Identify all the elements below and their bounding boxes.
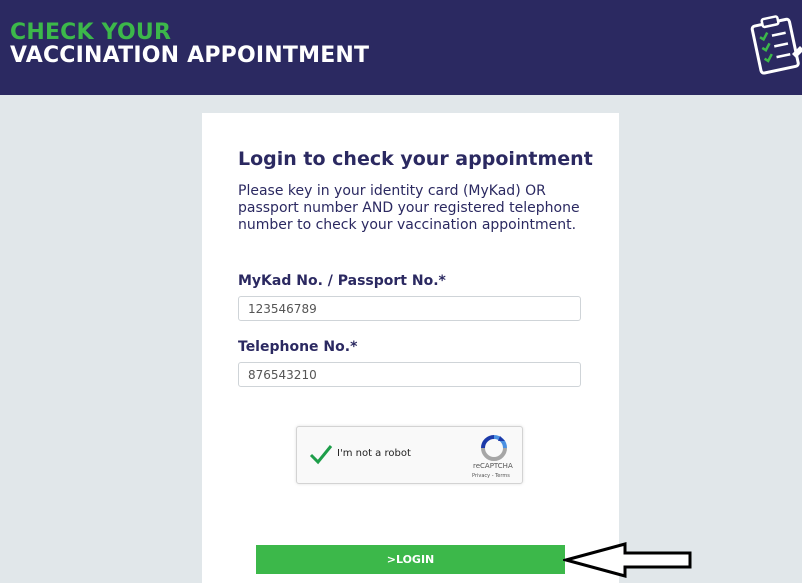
login-card: Login to check your appointment Please k… [202,113,619,583]
left-arrow-pointer-icon [563,542,692,578]
recaptcha-brand: reCAPTCHA [473,462,513,470]
phone-input[interactable] [238,362,581,387]
page-header: CHECK YOUR VACCINATION APPOINTMENT [0,0,802,95]
login-button[interactable]: >LOGIN [256,545,565,574]
header-title-line1: CHECK YOUR [10,20,172,45]
mykad-label: MyKad No. / Passport No.* [238,273,446,289]
recaptcha-label: I'm not a robot [337,448,411,459]
form-description: Please key in your identity card (MyKad)… [238,183,580,233]
header-title-line2: VACCINATION APPOINTMENT [10,43,370,68]
mykad-input[interactable] [238,296,581,321]
clipboard-checklist-icon [750,15,802,75]
recaptcha-links[interactable]: Privacy - Terms [472,473,510,479]
phone-label: Telephone No.* [238,339,358,355]
form-title: Login to check your appointment [238,148,593,170]
checkmark-icon[interactable] [309,443,333,465]
recaptcha-widget: I'm not a robot reCAPTCHA Privacy - Term… [296,426,523,484]
recaptcha-logo-icon [481,435,507,461]
